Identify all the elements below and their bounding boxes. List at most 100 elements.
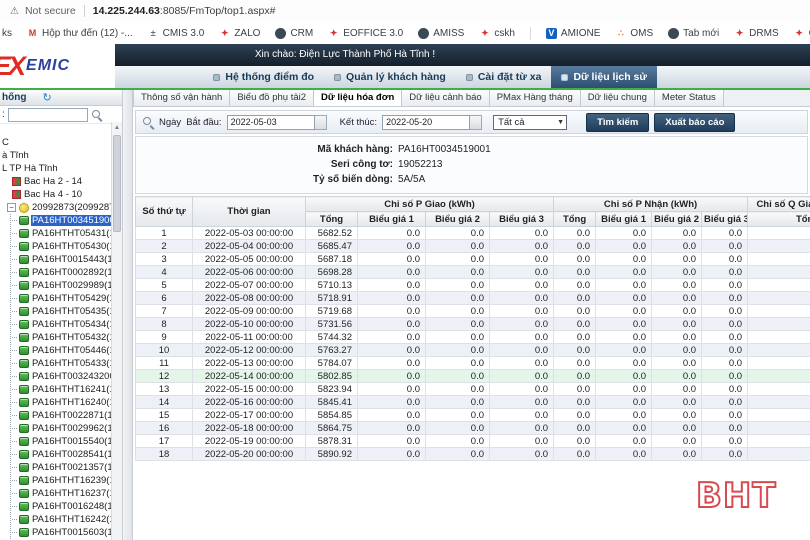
tree-meter-item[interactable]: PA16HTHT05434(190 (11, 318, 111, 331)
table-row[interactable]: 112022-05-13 00:00:005784.070.00.00.00.0… (136, 357, 810, 370)
tree-meter-item[interactable]: PA16HT0034519001( (11, 214, 111, 227)
menu-item[interactable]: Hệ thống điểm đo (203, 66, 324, 88)
bookmark-item[interactable]: ✦EOFFICE 3.0 (328, 28, 403, 39)
calendar-icon[interactable] (470, 115, 482, 130)
cell-value: 0.0 (596, 292, 652, 305)
sidebar-search-input[interactable] (8, 108, 88, 122)
scroll-up-arrow-icon[interactable]: ▲ (112, 122, 122, 133)
end-date-input[interactable] (382, 115, 470, 130)
bookmark-item[interactable]: ✦cskh (479, 28, 515, 39)
table-row[interactable]: 12022-05-03 00:00:005682.520.00.00.00.00… (136, 227, 810, 240)
tree-meter-item[interactable]: PA16HTHT16237(190 (11, 487, 111, 500)
tree-group-item[interactable]: Bac Ha 4 - 10 (0, 188, 111, 201)
tree-meter-item[interactable]: PA16HTHT05431(190 (11, 227, 111, 240)
tree-meter-item[interactable]: PA16HT0032432001( (11, 370, 111, 383)
tab[interactable]: Thông số vận hành (133, 90, 230, 106)
table-row[interactable]: 162022-05-18 00:00:005864.750.00.00.00.0… (136, 422, 810, 435)
bookmark-item[interactable]: ✦DRMS (734, 28, 778, 39)
table-row[interactable]: 182022-05-20 00:00:005890.920.00.00.00.0… (136, 448, 810, 461)
menu-item[interactable]: Cài đặt từ xa (456, 66, 552, 88)
tree-meter-item[interactable]: PA16HTHT05433(190 (11, 357, 111, 370)
scrollbar-thumb[interactable] (113, 135, 121, 232)
tree-meter-item[interactable]: PA16HT0028541(190 (11, 448, 111, 461)
table-row[interactable]: 52022-05-07 00:00:005710.130.00.00.00.00… (136, 279, 810, 292)
tab[interactable]: Dữ liệu hóa đơn (314, 90, 402, 106)
cell-value: 0.0 (596, 266, 652, 279)
collapse-expander-icon[interactable]: − (7, 203, 16, 212)
tree-meter-item[interactable]: PA16HTHT05430(190 (11, 240, 111, 253)
table-row[interactable]: 22022-05-04 00:00:005685.470.00.00.00.00… (136, 240, 810, 253)
cell-value: 0.0 (490, 318, 554, 331)
table-row[interactable]: 122022-05-14 00:00:005802.850.00.00.00.0… (136, 370, 810, 383)
tree-meter-item[interactable]: PA16HTHT05429(190 (11, 292, 111, 305)
table-row[interactable]: 172022-05-19 00:00:005878.310.00.00.00.0… (136, 435, 810, 448)
tree-meter-item[interactable]: PA16HTHT16241(190 (11, 383, 111, 396)
bookmark-item[interactable]: ±CMIS 3.0 (148, 28, 205, 39)
cell-value: 0.0 (490, 292, 554, 305)
tree-root-item[interactable]: L TP Hà Tĩnh (0, 162, 111, 175)
tree-meter-item[interactable]: PA16HT0022871(190 (11, 409, 111, 422)
menu-item[interactable]: Dữ liệu lịch sử (551, 66, 657, 88)
table-row[interactable]: 132022-05-15 00:00:005823.940.00.00.00.0… (136, 383, 810, 396)
type-select[interactable]: Tất cả ▼ (493, 115, 567, 130)
tree-root-item[interactable]: C (0, 136, 111, 149)
table-row[interactable]: 62022-05-08 00:00:005718.910.00.00.00.00… (136, 292, 810, 305)
cell-value: 0.0 (554, 357, 596, 370)
bookmark-item[interactable]: AMISS (418, 28, 464, 39)
table-body: 12022-05-03 00:00:005682.520.00.00.00.00… (136, 227, 810, 461)
tab[interactable]: PMax Hàng tháng (490, 90, 581, 106)
start-date-input[interactable] (227, 115, 315, 130)
table-row[interactable]: 152022-05-17 00:00:005854.850.00.00.00.0… (136, 409, 810, 422)
bookmark-item[interactable]: ✦Chăm Sóc Khách H... (794, 28, 810, 39)
tree-meter-item[interactable]: PA16HT0021357(190 (11, 461, 111, 474)
table-row[interactable]: 102022-05-12 00:00:005763.270.00.00.00.0… (136, 344, 810, 357)
bookmark-item[interactable]: ∴OMS (615, 28, 653, 39)
tree-meter-item[interactable]: PA16HT0002892(190 (11, 266, 111, 279)
calendar-icon[interactable] (315, 115, 327, 130)
tab[interactable]: Biểu đồ phụ tải2 (230, 90, 314, 106)
table-row[interactable]: 42022-05-06 00:00:005698.280.00.00.00.00… (136, 266, 810, 279)
end-date-label: Kết thúc: (340, 117, 378, 128)
tree-root-item[interactable]: à Tĩnh (0, 149, 111, 162)
bookmark-item[interactable]: MHộp thư đến (12) -... (27, 28, 133, 39)
meter-data-table: Số thứ tựThời gianChỉ số P Giao (kWh)Chỉ… (135, 196, 810, 461)
tree-meter-item[interactable]: PA16HT0029962(190 (11, 422, 111, 435)
tree-meter-item[interactable]: PA16HT0016248(190 (11, 500, 111, 513)
bookmark-item[interactable]: Tab mới (668, 28, 719, 39)
bookmark-item[interactable]: CRM (275, 28, 313, 39)
table-row[interactable]: 32022-05-05 00:00:005687.180.00.00.00.00… (136, 253, 810, 266)
tree-station-item[interactable]: −20992873(20992873) (0, 201, 111, 214)
tree-meter-item[interactable]: PA16HTHT05432(190 (11, 331, 111, 344)
bookmark-item[interactable]: ✦ZALO (219, 28, 260, 39)
tree-meter-item[interactable]: PA16HTHT05446(190 (11, 344, 111, 357)
tab[interactable]: Dữ liệu chung (581, 90, 655, 106)
tree-meter-item[interactable]: PA16HT0029989(190 (11, 279, 111, 292)
tree-meter-item[interactable]: PA16HT0015443(190 (11, 253, 111, 266)
table-row[interactable]: 142022-05-16 00:00:005845.410.00.00.00.0… (136, 396, 810, 409)
tree-meter-item[interactable]: PA16HTHT16239(190 (11, 474, 111, 487)
tree-meter-item[interactable]: PA16HTHT05435(190 (11, 305, 111, 318)
tree-group-item[interactable]: Bac Ha 2 - 14 (0, 175, 111, 188)
search-icon[interactable] (91, 109, 103, 121)
browser-address-bar[interactable]: ⚠ Not secure 14.225.244.63 :8085/FmTop/t… (0, 0, 810, 23)
bookmark-item[interactable]: VAMIONE (546, 28, 600, 39)
cell-value: 0.0 (652, 357, 702, 370)
refresh-icon[interactable]: ↻ (42, 91, 51, 104)
tree-meter-item[interactable]: PA16HT0015603(190 (11, 526, 111, 539)
bookmark-item[interactable]: ks (2, 28, 12, 39)
tab[interactable]: Dữ liệu cảnh báo (402, 90, 489, 106)
customer-info-row: Tỷ số biến dòng:5A/5A (136, 172, 807, 187)
panel-splitter[interactable] (123, 90, 133, 540)
tree-meter-item[interactable]: PA16HTHT16242(190 (11, 513, 111, 526)
tree-meter-item[interactable]: PA16HTHT16240(190 (11, 396, 111, 409)
welcome-bar: Xin chào: Điện Lực Thành Phố Hà Tĩnh ! (0, 44, 810, 66)
tree-meter-item[interactable]: PA16HT0015540(190 (11, 435, 111, 448)
table-row[interactable]: 92022-05-11 00:00:005744.320.00.00.00.00… (136, 331, 810, 344)
menu-item[interactable]: Quản lý khách hàng (324, 66, 456, 88)
export-report-button[interactable]: Xuất báo cáo (654, 113, 735, 132)
table-row[interactable]: 72022-05-09 00:00:005719.680.00.00.00.00… (136, 305, 810, 318)
search-button[interactable]: Tìm kiếm (586, 113, 649, 132)
table-row[interactable]: 82022-05-10 00:00:005731.560.00.00.00.00… (136, 318, 810, 331)
sidebar-scrollbar[interactable]: ▲ (111, 122, 122, 540)
tab[interactable]: Meter Status (655, 90, 724, 106)
